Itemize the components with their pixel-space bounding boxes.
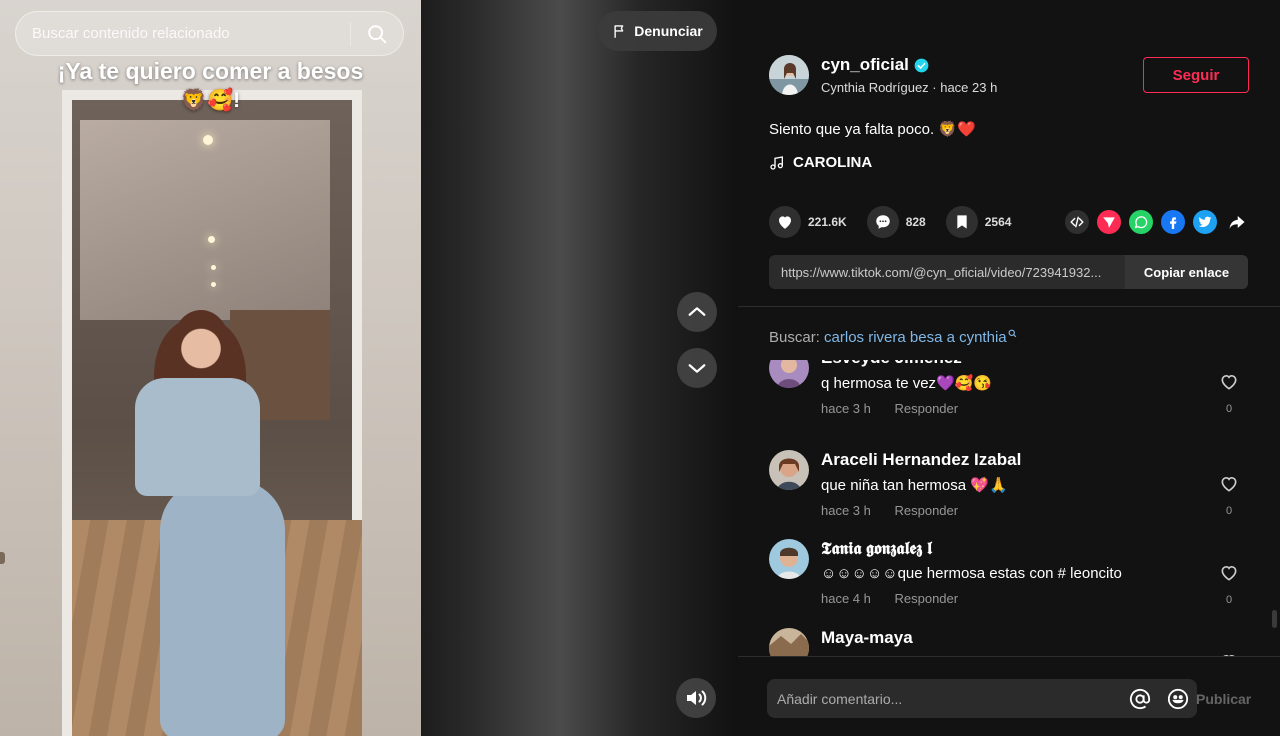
publish-button[interactable]: Publicar — [1196, 691, 1251, 707]
direct-send-button[interactable] — [1097, 210, 1121, 234]
avatar-image — [769, 55, 809, 95]
embed-icon — [1070, 216, 1084, 228]
heart-outline-icon — [1221, 476, 1237, 492]
chevron-up-icon — [688, 307, 706, 316]
bookmark-icon — [957, 215, 967, 229]
info-panel: cyn_oficial Cynthia Rodríguez · hace 23 … — [738, 0, 1280, 736]
comment-author[interactable]: Araceli Hernandez Izabal — [821, 450, 1201, 470]
whatsapp-icon — [1134, 216, 1148, 229]
video-caption-line2: 🦁🥰! — [180, 89, 241, 112]
comment-text: que niña tan hermosa 💖🙏 — [821, 477, 1008, 494]
like-button[interactable]: 221.6K — [769, 206, 847, 238]
author-header: cyn_oficial Cynthia Rodríguez · hace 23 … — [769, 55, 997, 95]
embed-button[interactable] — [1065, 210, 1089, 234]
next-video-button[interactable] — [677, 348, 717, 388]
search-button[interactable] — [351, 12, 403, 55]
music-link[interactable]: CAROLINA — [769, 154, 872, 171]
related-search-query[interactable]: carlos rivera besa a cynthia — [824, 329, 1017, 346]
whatsapp-button[interactable] — [1129, 210, 1153, 234]
emoji-icon — [1167, 688, 1189, 709]
comment-like-button[interactable]: 0 — [1214, 372, 1244, 415]
save-button[interactable]: 2564 — [945, 206, 1012, 238]
save-count: 2564 — [984, 215, 1012, 229]
report-label: Denunciar — [634, 23, 703, 39]
video-link-box: https://www.tiktok.com/@cyn_oficial/vide… — [769, 255, 1248, 289]
music-note-icon — [770, 155, 783, 170]
comment-like-button[interactable]: 0 — [1214, 563, 1244, 606]
search-icon — [368, 24, 387, 43]
video-url[interactable]: https://www.tiktok.com/@cyn_oficial/vide… — [769, 255, 1125, 289]
comment-time: hace 3 h — [821, 401, 871, 416]
heart-outline-icon — [1221, 374, 1237, 390]
comment-like-button[interactable]: 0 — [1214, 474, 1244, 517]
video-caption: ¡Ya te quiero comer a besos 🦁🥰! — [0, 56, 421, 116]
mention-button[interactable] — [1121, 679, 1159, 718]
previous-video-button[interactable] — [677, 292, 717, 332]
comment-list[interactable]: Esveyde Jimenez q hermosa te vez💜🥰😘 hace… — [738, 360, 1280, 656]
flag-icon — [614, 24, 624, 38]
twitter-icon — [1198, 216, 1212, 228]
comment-bubble-icon — [875, 215, 890, 229]
comment-like-count: 0 — [1225, 403, 1233, 415]
related-search-box — [15, 11, 404, 56]
emoji-button[interactable] — [1159, 679, 1197, 718]
search-icon — [1008, 329, 1016, 338]
report-button[interactable]: Denunciar — [598, 11, 717, 51]
more-share-button[interactable] — [1225, 210, 1249, 234]
comment-avatar[interactable] — [769, 539, 809, 579]
reply-button[interactable]: Responder — [895, 401, 959, 416]
music-title: CAROLINA — [793, 154, 873, 171]
section-divider — [738, 306, 1280, 307]
like-count: 221.6K — [808, 215, 847, 229]
reply-button[interactable]: Responder — [895, 503, 959, 518]
comment-avatar[interactable] — [769, 628, 809, 656]
engagement-stats: 221.6K 828 2564 — [769, 206, 1031, 238]
video-caption-line1: ¡Ya te quiero comer a besos — [57, 58, 364, 84]
related-search-suggestion: Buscar: carlos rivera besa a cynthia — [769, 329, 1017, 346]
author-subline: Cynthia Rodríguez · hace 23 h — [821, 80, 998, 95]
direct-send-icon — [1103, 217, 1115, 228]
share-icons-row — [1065, 210, 1249, 234]
comment-author[interactable]: Esveyde Jimenez — [821, 360, 1201, 368]
post-description: Siento que ya falta poco. 🦁❤️ — [769, 121, 976, 138]
chevron-down-icon — [688, 364, 706, 373]
comment-text: ☺☺☺☺☺que hermosa estas con # leoncito — [821, 565, 1122, 582]
verified-badge-icon — [914, 58, 929, 72]
video-player[interactable]: ¡Ya te quiero comer a besos 🦁🥰! — [0, 0, 421, 736]
follow-button[interactable]: Seguir — [1143, 57, 1249, 93]
comment-composer: Publicar — [738, 656, 1280, 736]
related-search-input[interactable] — [16, 12, 350, 55]
comment-avatar[interactable] — [769, 360, 809, 388]
comment-text: q hermosa te vez💜🥰😘 — [821, 375, 993, 392]
comment-scrollbar[interactable] — [1272, 610, 1277, 628]
heart-icon — [779, 216, 791, 229]
facebook-button[interactable] — [1161, 210, 1185, 234]
comment-avatar[interactable] — [769, 450, 809, 490]
comment-like-count: 0 — [1225, 505, 1233, 517]
author-avatar[interactable] — [769, 55, 809, 95]
heart-outline-icon — [1221, 565, 1237, 581]
share-arrow-icon — [1229, 216, 1245, 229]
comment-button[interactable]: 828 — [866, 206, 926, 238]
comment-like-count: 0 — [1225, 594, 1233, 606]
comment-time: hace 4 h — [821, 591, 871, 606]
twitter-button[interactable] — [1193, 210, 1217, 234]
comment-time: hace 3 h — [821, 503, 871, 518]
comment-count: 828 — [905, 215, 926, 229]
copy-link-button[interactable]: Copiar enlace — [1125, 255, 1248, 289]
author-username[interactable]: cyn_oficial — [821, 55, 909, 75]
speaker-icon — [687, 690, 707, 706]
at-sign-icon — [1129, 688, 1151, 709]
comment-author[interactable]: Maya-maya — [821, 628, 1201, 648]
comment-input[interactable] — [777, 690, 1121, 707]
volume-button[interactable] — [676, 678, 716, 718]
video-area: ¡Ya te quiero comer a besos 🦁🥰! Denuncia… — [0, 0, 738, 736]
reply-button[interactable]: Responder — [895, 591, 959, 606]
related-search-label: Buscar: — [769, 329, 820, 346]
facebook-icon — [1170, 217, 1177, 229]
comment-author[interactable]: 𝕿𝖆𝖓𝖎𝖆 𝖌𝖔𝖓𝖟𝖆𝖑𝖊𝖟 𝖑 — [821, 539, 1201, 559]
